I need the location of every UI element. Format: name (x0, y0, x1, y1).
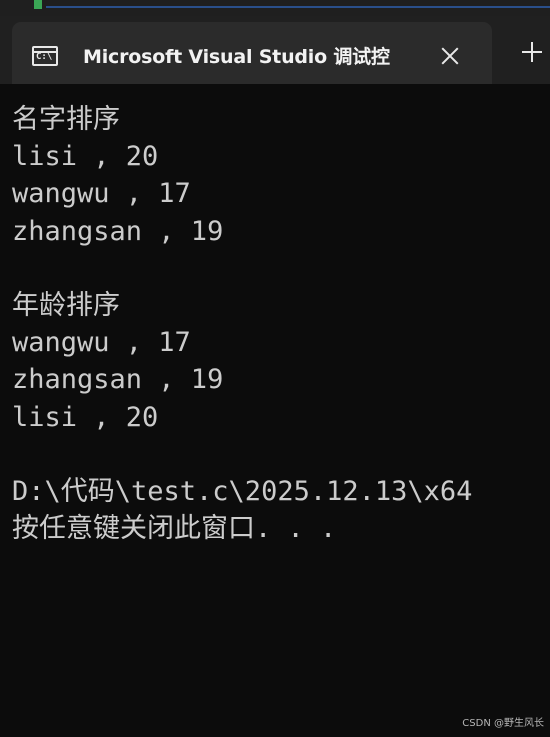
console-app-icon-glyph: C:\ (36, 52, 53, 62)
console-line: 按任意键关闭此窗口. . . (12, 513, 337, 545)
background-window-accent (34, 0, 42, 9)
plus-icon[interactable] (518, 38, 546, 66)
console-line: D:\代码\test.c\2025.12.13\x64 (12, 475, 473, 507)
console-tab[interactable]: C:\ Microsoft Visual Studio 调试控 (12, 22, 492, 84)
console-line: lisi , 20 (12, 401, 159, 433)
console-line: zhangsan , 19 (12, 364, 224, 396)
background-window-line (46, 6, 550, 8)
console-line: wangwu , 17 (12, 327, 191, 359)
watermark: CSDN @野生风长 (462, 718, 544, 729)
close-icon[interactable] (436, 42, 464, 70)
title-bar: C:\ Microsoft Visual Studio 调试控 (0, 16, 550, 84)
console-app-icon: C:\ (32, 46, 58, 66)
background-window-strip (0, 0, 550, 16)
tab-title: Microsoft Visual Studio 调试控 (83, 46, 390, 68)
console-line: lisi , 20 (12, 141, 159, 173)
console-line: zhangsan , 19 (12, 215, 224, 247)
console-line: 年龄排序 (12, 289, 120, 321)
console-line: 名字排序 (12, 104, 120, 135)
console-lines: 名字排序 lisi , 20 wangwu , 17 zhangsan , 19… (12, 101, 550, 547)
console-line: wangwu , 17 (12, 178, 191, 210)
console-output[interactable]: 名字排序 lisi , 20 wangwu , 17 zhangsan , 19… (0, 84, 550, 737)
